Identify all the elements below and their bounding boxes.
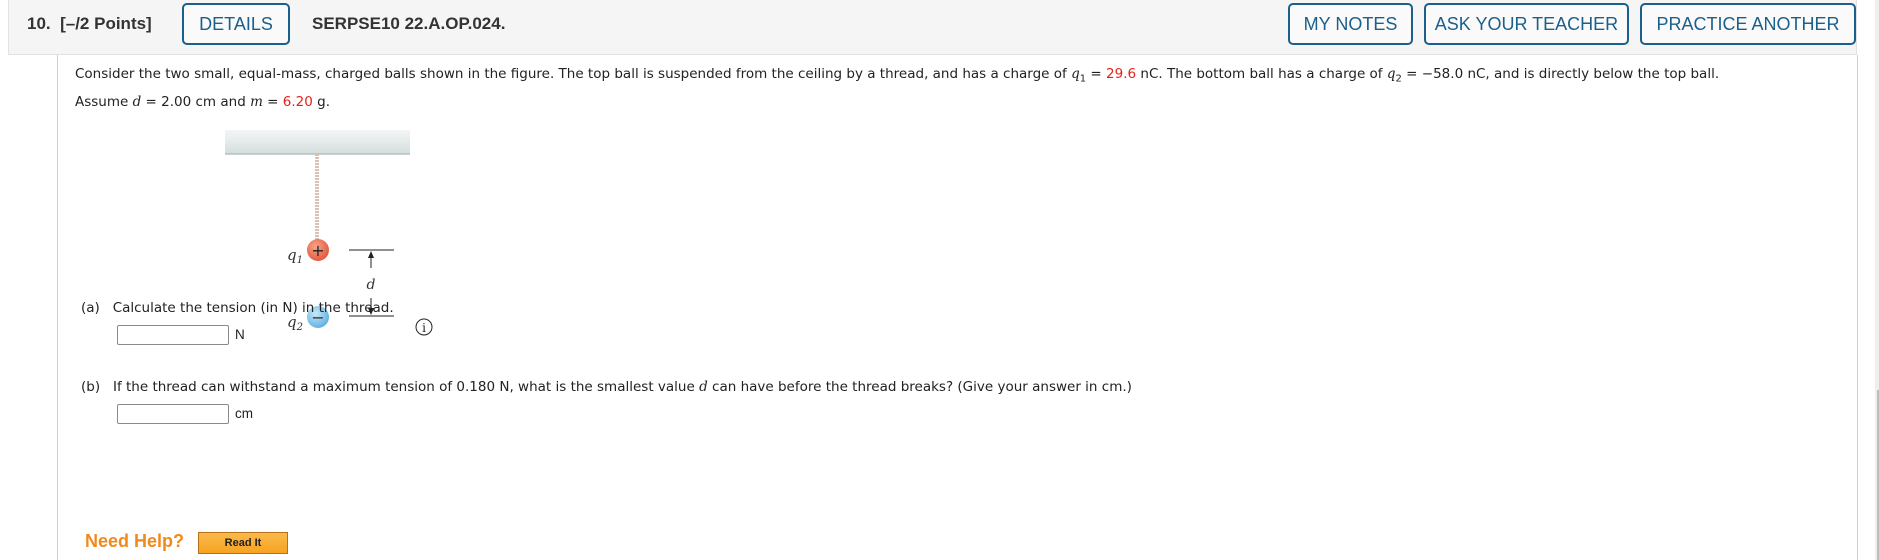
ceiling [225, 130, 410, 154]
problem-text: Assume [75, 93, 133, 110]
equals: = [1086, 66, 1107, 82]
m-symbol: m [250, 93, 263, 110]
part-b-prompt: (b) If the thread can withstand a maximu… [81, 379, 1132, 395]
part-b-label: (b) [81, 379, 101, 395]
part-a-text: Calculate the tension (in N) in the thre… [112, 300, 394, 316]
d-symbol: d [699, 379, 708, 395]
q1-symbol: q [1071, 66, 1080, 82]
part-a-answer-input[interactable] [117, 325, 229, 345]
part-a-label: (a) [81, 300, 100, 316]
points-label: [–/2 Points] [60, 14, 152, 33]
q2-label: q2 [287, 313, 303, 333]
plus-icon: + [311, 241, 324, 260]
m-value: 6.20 [282, 93, 313, 110]
problem-text: nC. The bottom ball has a charge of [1136, 66, 1387, 82]
question-header: 10. [–/2 Points] DETAILS SERPSE10 22.A.O… [8, 0, 1857, 55]
part-b-answer-input[interactable] [117, 404, 229, 424]
problem-text: g. [312, 93, 331, 110]
ask-your-teacher-button[interactable]: ASK YOUR TEACHER [1424, 3, 1629, 45]
svg-text:i: i [422, 321, 426, 335]
problem-text: = 2.00 cm and [141, 93, 251, 110]
q1-value: 29.6 [1106, 66, 1137, 82]
read-it-button[interactable]: Read It [198, 532, 288, 554]
need-help-label: Need Help? [85, 531, 185, 551]
part-b-text: can have before the thread breaks? (Give… [707, 379, 1132, 395]
my-notes-button[interactable]: MY NOTES [1288, 3, 1413, 45]
q2-symbol: q [1386, 66, 1396, 82]
d-symbol: d [132, 93, 142, 110]
problem-text: Consider the two small, equal-mass, char… [75, 66, 1072, 82]
problem-code: SERPSE10 22.A.OP.024. [312, 14, 506, 33]
practice-another-button[interactable]: PRACTICE ANOTHER [1640, 3, 1856, 45]
problem-statement: Consider the two small, equal-mass, char… [75, 63, 1855, 113]
part-a-unit: N [235, 327, 245, 342]
d-label: d [367, 277, 376, 293]
question-number: 10. [–/2 Points] [27, 14, 152, 34]
question-body: Consider the two small, equal-mass, char… [57, 55, 1858, 560]
part-b-unit: cm [235, 406, 253, 421]
part-b-text: If the thread can withstand a maximum te… [112, 379, 700, 395]
question-number-text: 10. [27, 14, 51, 33]
equals: = [262, 93, 283, 110]
details-button[interactable]: DETAILS [182, 3, 290, 45]
q1-label: q1 [287, 246, 303, 266]
arrowhead-up [368, 251, 374, 258]
part-a-prompt: (a) Calculate the tension (in N) in the … [81, 300, 394, 316]
problem-text: = −58.0 nC, and is directly below the to… [1401, 66, 1720, 82]
info-icon[interactable]: i [415, 318, 433, 336]
